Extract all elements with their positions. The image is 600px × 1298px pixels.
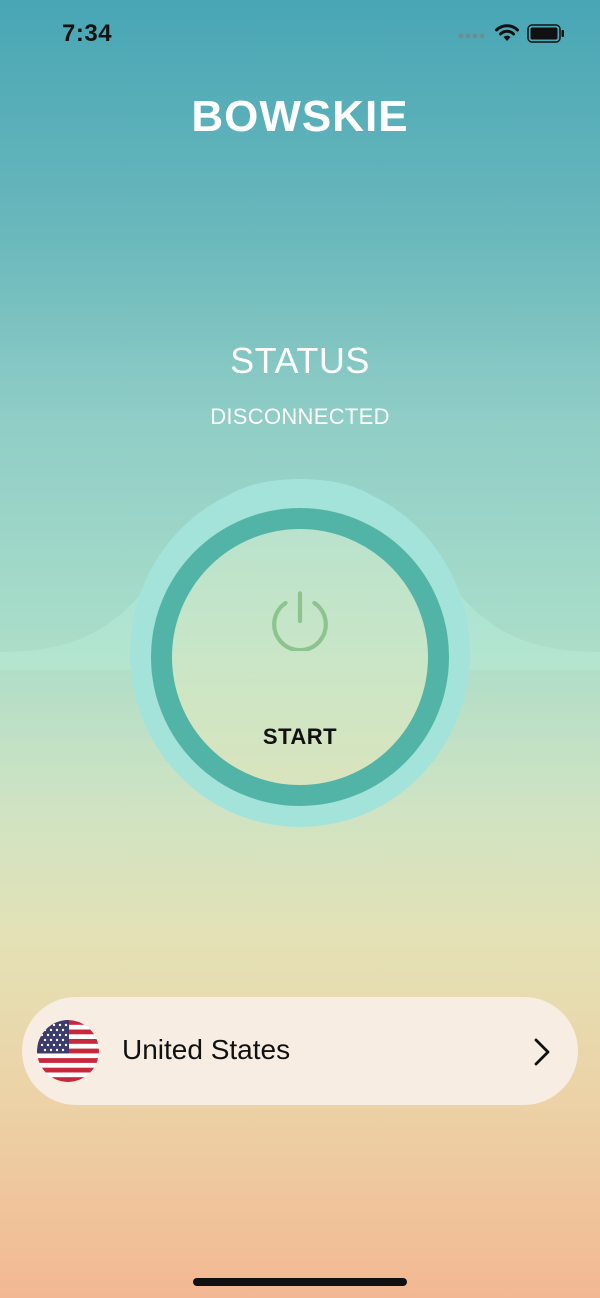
signal-dots-icon <box>458 33 485 39</box>
wifi-icon <box>495 24 519 41</box>
battery-icon <box>527 24 564 43</box>
status-bar: 7:34 <box>0 0 600 70</box>
connection-status-text: DISCONNECTED <box>210 404 390 429</box>
power-icon <box>272 591 328 651</box>
chevron-right-icon <box>534 1038 550 1066</box>
status-time: 7:34 <box>62 20 113 47</box>
start-connection-button[interactable]: START <box>151 508 449 806</box>
location-selector[interactable]: United States <box>22 997 578 1105</box>
selected-country-name: United States <box>122 1034 291 1065</box>
app-title: BOWSKIE <box>191 92 409 141</box>
vpn-home-screen: 7:34 BOWSKIE STATUS DISCONNECTED START U… <box>0 0 600 1298</box>
start-button-label: START <box>262 724 338 749</box>
status-heading: STATUS <box>230 340 370 381</box>
home-indicator[interactable] <box>193 1278 407 1286</box>
us-flag-icon <box>37 1020 99 1082</box>
